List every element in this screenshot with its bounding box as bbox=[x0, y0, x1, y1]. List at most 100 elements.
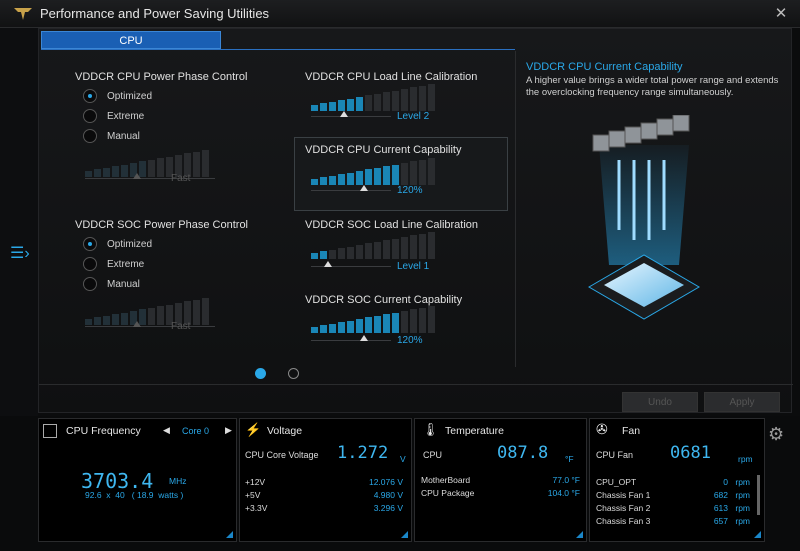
soc-phase-slider bbox=[85, 295, 220, 325]
slider-step bbox=[410, 309, 417, 333]
soc-llc-slider[interactable] bbox=[311, 229, 446, 259]
slider-step bbox=[410, 87, 417, 111]
voltage-row-label: +12V bbox=[245, 477, 266, 487]
fan-row-label: CPU_OPT bbox=[596, 477, 637, 487]
slider-step bbox=[329, 101, 336, 111]
panel-corner-icon bbox=[576, 531, 583, 538]
slider-step bbox=[320, 251, 327, 259]
soc-phase-title: VDDCR SOC Power Phase Control bbox=[75, 219, 249, 231]
fan-row-value: 682 bbox=[713, 490, 728, 500]
core-selector[interactable]: Core 0 bbox=[182, 426, 209, 436]
apply-button[interactable]: Apply bbox=[704, 392, 780, 412]
cpu-llc-track bbox=[311, 116, 391, 117]
cpu-frequency-title: CPU Frequency bbox=[66, 425, 141, 437]
slider-step bbox=[428, 84, 435, 111]
cpu-llc-thumb[interactable] bbox=[340, 111, 348, 117]
slider-step bbox=[401, 237, 408, 259]
soc-current-slider[interactable] bbox=[311, 303, 446, 333]
cpu-core-voltage-unit: V bbox=[400, 454, 406, 464]
slider-step bbox=[94, 317, 101, 325]
cpu-phase-title: VDDCR CPU Power Phase Control bbox=[75, 71, 248, 83]
slider-step bbox=[311, 105, 318, 111]
undo-button[interactable]: Undo bbox=[622, 392, 698, 412]
slider-step bbox=[338, 322, 345, 333]
cpu-llc-value: Level 2 bbox=[397, 111, 430, 122]
cpu-current-slider[interactable] bbox=[311, 155, 446, 185]
slider-step bbox=[121, 312, 128, 325]
cpu-current-track bbox=[311, 190, 391, 191]
soc-phase-track bbox=[85, 326, 215, 327]
slider-step bbox=[383, 166, 390, 185]
slider-step bbox=[392, 90, 399, 111]
slider-step bbox=[329, 249, 336, 259]
slider-step bbox=[347, 246, 354, 259]
fan-panel: ✇ Fan CPU Fan 0681 rpm CPU_OPT 0 rpm Cha… bbox=[589, 418, 765, 542]
core-next-button[interactable]: ▶ bbox=[225, 425, 232, 436]
cpu-phase-slider bbox=[85, 147, 220, 177]
panel-corner-icon bbox=[226, 531, 233, 538]
slider-step bbox=[148, 159, 155, 177]
side-strip: ☰› bbox=[0, 28, 38, 418]
cpu-llc-slider[interactable] bbox=[311, 81, 446, 111]
tab-cpu[interactable]: CPU bbox=[41, 31, 221, 49]
slider-step bbox=[329, 175, 336, 185]
cpu-phase-track bbox=[85, 178, 215, 179]
slider-step bbox=[410, 235, 417, 259]
slider-step bbox=[112, 314, 119, 325]
cpu-core-voltage-value: 1.272 bbox=[337, 443, 389, 463]
cpu-temperature-label: CPU bbox=[423, 450, 443, 460]
panel-corner-icon bbox=[401, 531, 408, 538]
cpu-frequency-unit: MHz bbox=[169, 476, 187, 486]
slider-step bbox=[347, 172, 354, 185]
temperature-title: Temperature bbox=[445, 425, 504, 437]
slider-step bbox=[338, 100, 345, 111]
temperature-panel: 🌡 Temperature CPU 087.8 °F MotherBoard 7… bbox=[414, 418, 587, 542]
slider-step bbox=[320, 103, 327, 111]
voltage-title: Voltage bbox=[267, 425, 303, 437]
cpu-current-thumb[interactable] bbox=[360, 185, 368, 191]
soc-llc-value: Level 1 bbox=[397, 261, 430, 272]
menu-icon[interactable]: ☰› bbox=[10, 243, 30, 263]
fan-list-scrollbar[interactable] bbox=[757, 475, 760, 515]
gear-icon[interactable]: ⚙ bbox=[768, 424, 784, 445]
slider-step bbox=[157, 306, 164, 325]
cpu-fan-value: 0681 bbox=[670, 443, 711, 463]
tuf-logo-icon bbox=[14, 8, 32, 20]
slider-step bbox=[202, 298, 209, 325]
fan-row-value: 613 bbox=[713, 503, 728, 513]
fan-row-unit: rpm bbox=[735, 477, 750, 487]
slider-step bbox=[338, 248, 345, 259]
voltage-row-value: 3.296 V bbox=[373, 503, 403, 513]
fan-title: Fan bbox=[622, 425, 641, 437]
info-description: A higher value brings a wider total powe… bbox=[526, 75, 779, 98]
slider-step bbox=[103, 167, 110, 177]
slider-step bbox=[202, 150, 209, 177]
soc-phase-thumb bbox=[133, 321, 141, 327]
core-prev-button[interactable]: ◀ bbox=[163, 425, 170, 436]
temperature-row-value: 77.0 °F bbox=[552, 475, 581, 485]
slider-step bbox=[401, 89, 408, 111]
cpu-core-voltage-label: CPU Core Voltage bbox=[245, 450, 319, 460]
page-dot-1[interactable] bbox=[255, 368, 266, 379]
page-dot-2[interactable] bbox=[288, 368, 299, 379]
slider-step bbox=[329, 323, 336, 333]
soc-current-thumb[interactable] bbox=[360, 335, 368, 341]
slider-step bbox=[392, 312, 399, 333]
slider-step bbox=[356, 245, 363, 259]
soc-llc-thumb[interactable] bbox=[324, 261, 332, 267]
slider-step bbox=[401, 311, 408, 333]
slider-step bbox=[428, 232, 435, 259]
slider-step bbox=[365, 169, 372, 185]
close-icon[interactable]: ✕ bbox=[772, 5, 790, 23]
temperature-row-value: 104.0 °F bbox=[547, 488, 580, 498]
slider-step bbox=[383, 314, 390, 333]
slider-step bbox=[121, 164, 128, 177]
slider-step bbox=[383, 92, 390, 111]
fan-icon: ✇ bbox=[596, 421, 608, 437]
slider-step bbox=[311, 179, 318, 185]
temperature-row-label: MotherBoard bbox=[421, 475, 471, 485]
soc-phase-value: Fast bbox=[171, 321, 191, 332]
slider-step bbox=[419, 85, 426, 111]
cpu-fan-label: CPU Fan bbox=[596, 450, 634, 460]
title-bar: Performance and Power Saving Utilities ✕ bbox=[0, 0, 800, 28]
